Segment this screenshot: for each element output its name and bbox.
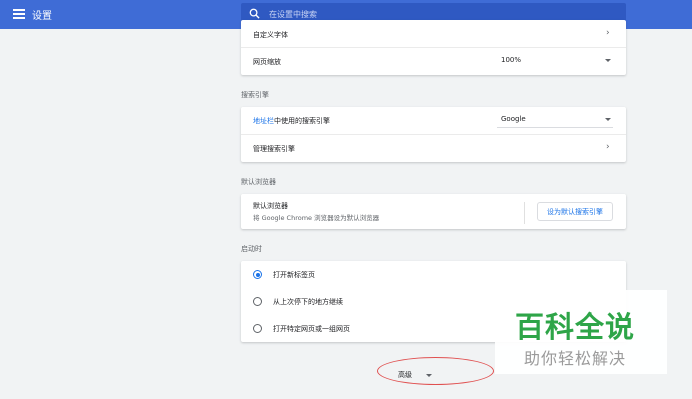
chevron-right-icon: › <box>606 28 610 38</box>
vertical-divider <box>524 202 525 224</box>
menu-icon[interactable] <box>13 9 25 19</box>
page-title: 设置 <box>32 11 52 22</box>
address-bar-label-rest: 中使用的搜索引擎 <box>274 117 330 125</box>
radio-button-selected[interactable] <box>253 270 262 279</box>
make-default-button[interactable]: 设为默认搜索引擎 <box>537 202 613 221</box>
address-bar-engine-row: 地址栏中使用的搜索引擎 Google <box>241 107 626 134</box>
default-browser-card: 默认浏览器 将 Google Chrome 浏览器设为默认浏览器 设为默认搜索引… <box>241 194 626 229</box>
manage-search-engines-label: 管理搜索引擎 <box>253 145 295 153</box>
custom-fonts-row[interactable]: 自定义字体 › <box>241 20 626 47</box>
radio-button[interactable] <box>253 297 262 306</box>
page-zoom-select[interactable]: 100% <box>501 56 521 64</box>
startup-option-label: 打开特定网页或一组网页 <box>273 325 350 333</box>
search-engine-select[interactable]: Google <box>501 115 526 123</box>
page-zoom-label: 网页缩放 <box>253 58 281 66</box>
section-title-on-startup: 启动时 <box>241 245 262 253</box>
section-title-default-browser: 默认浏览器 <box>241 178 276 186</box>
default-browser-title: 默认浏览器 <box>253 202 288 210</box>
select-underline <box>497 127 613 128</box>
watermark-logo: 百科全说 <box>515 310 636 344</box>
annotation-ellipse <box>377 357 494 385</box>
section-title-search-engine: 搜索引擎 <box>241 91 269 99</box>
address-bar-engine-label: 地址栏中使用的搜索引擎 <box>253 116 330 126</box>
watermark: 百科全说 助你轻松解决 <box>495 290 667 374</box>
custom-fonts-label: 自定义字体 <box>253 31 288 39</box>
dropdown-arrow-icon[interactable] <box>605 59 611 62</box>
chevron-right-icon: › <box>606 142 610 152</box>
startup-option-new-tab[interactable]: 打开新标签页 <box>241 261 626 288</box>
default-browser-description: 将 Google Chrome 浏览器设为默认浏览器 <box>253 214 380 222</box>
page-zoom-row: 网页缩放 100% <box>241 48 626 75</box>
radio-button[interactable] <box>253 324 262 333</box>
manage-search-engines-row[interactable]: 管理搜索引擎 › <box>241 135 626 162</box>
dropdown-arrow-icon[interactable] <box>605 118 611 121</box>
watermark-tagline: 助你轻松解决 <box>524 349 627 368</box>
startup-option-label: 打开新标签页 <box>273 271 315 279</box>
address-bar-link[interactable]: 地址栏 <box>253 117 274 125</box>
appearance-card: 自定义字体 › 网页缩放 100% <box>241 20 626 75</box>
search-icon <box>249 8 260 19</box>
search-engine-card: 地址栏中使用的搜索引擎 Google 管理搜索引擎 › <box>241 107 626 162</box>
startup-option-label: 从上次停下的地方继续 <box>273 298 343 306</box>
